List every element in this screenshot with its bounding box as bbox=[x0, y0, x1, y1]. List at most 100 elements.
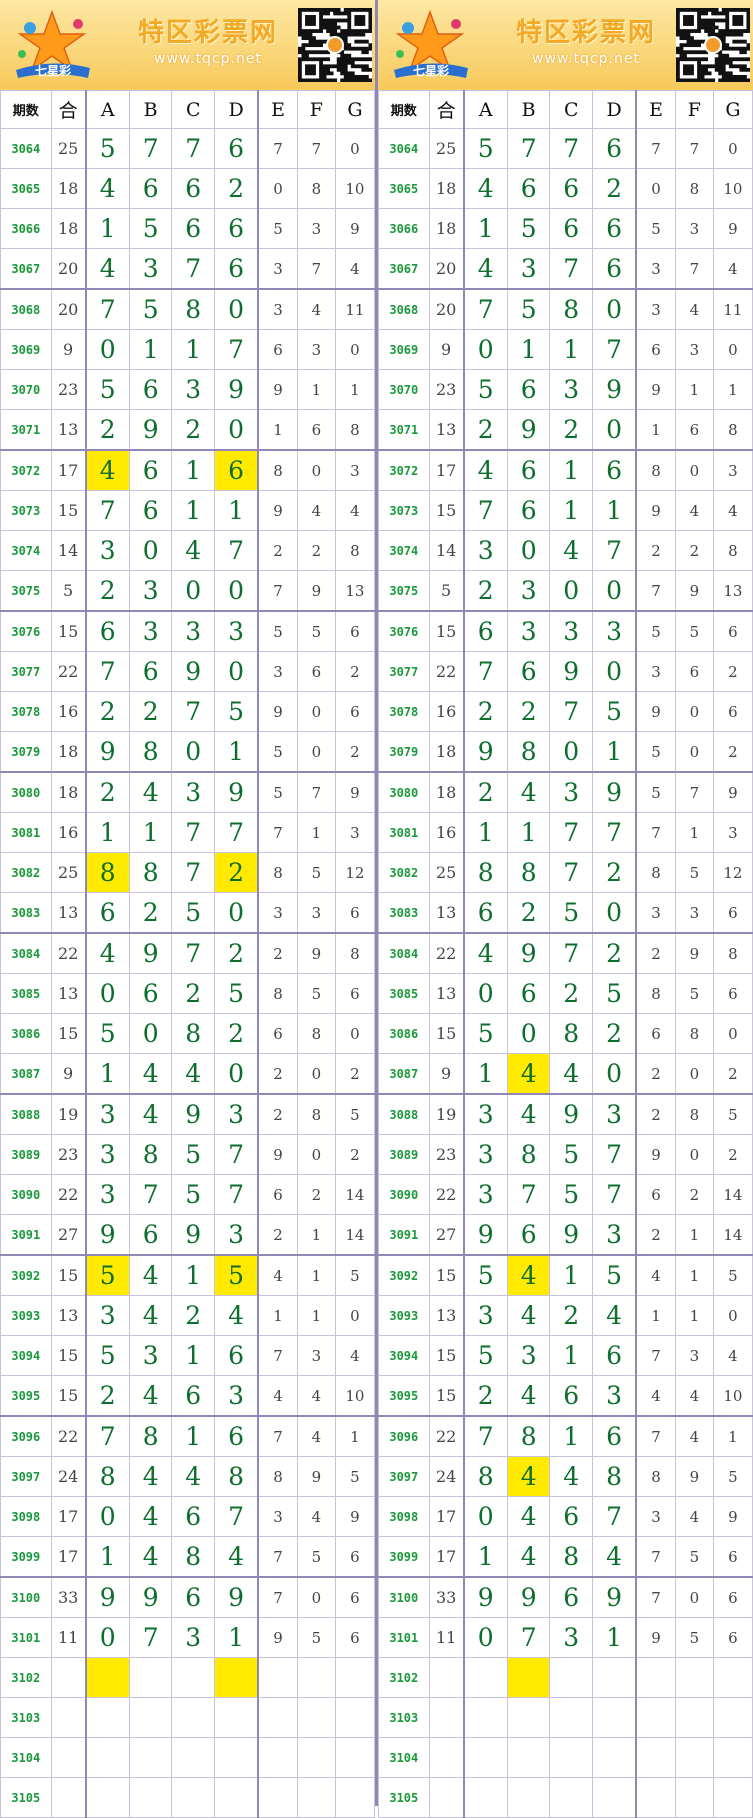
table-row: 3090 22 3 7 5 7 6 2 14 bbox=[378, 1174, 753, 1215]
col-e-cell: 5 bbox=[635, 771, 676, 813]
col-c-cell: 9 bbox=[549, 1093, 594, 1135]
col-e-cell: 2 bbox=[257, 932, 298, 974]
col-b-cell: 6 bbox=[506, 1214, 551, 1256]
col-g-cell: 3 bbox=[712, 812, 753, 853]
col-f-cell: 7 bbox=[296, 771, 336, 813]
col-g-cell: 2 bbox=[712, 1134, 753, 1175]
col-d-cell: 7 bbox=[592, 329, 638, 370]
col-g-cell bbox=[334, 1657, 376, 1698]
col-d-cell: 7 bbox=[592, 1134, 638, 1175]
header-row: 期数合 A B C D E F G bbox=[0, 90, 376, 129]
col-c-cell: 3 bbox=[549, 610, 594, 652]
col-b-cell: 8 bbox=[128, 852, 173, 893]
table-row: 3073 15 7 6 1 1 9 4 4 bbox=[0, 490, 376, 531]
issue-cell: 3076 bbox=[378, 610, 430, 652]
col-c-cell: 7 bbox=[171, 248, 216, 290]
col-b-cell: 1 bbox=[506, 812, 551, 853]
col-b-cell: 9 bbox=[128, 932, 173, 974]
table-row: 3082 25 8 8 7 2 8 5 12 bbox=[378, 852, 753, 893]
issue-cell: 3068 bbox=[0, 288, 52, 330]
site-url[interactable]: www.tqcp.net bbox=[496, 51, 676, 67]
col-d-cell: 6 bbox=[592, 208, 638, 249]
col-e-cell: 3 bbox=[257, 1496, 298, 1537]
col-g-cell: 6 bbox=[712, 691, 753, 732]
col-b-cell: 6 bbox=[128, 651, 173, 692]
col-g-cell: 2 bbox=[334, 651, 376, 692]
sum-cell: 13 bbox=[428, 892, 465, 934]
col-e-cell: 3 bbox=[257, 651, 298, 692]
table-row: 3084 22 4 9 7 2 2 9 8 bbox=[378, 932, 753, 974]
col-g-cell: 9 bbox=[712, 771, 753, 813]
sum-cell: 22 bbox=[428, 932, 465, 974]
col-e-cell: 3 bbox=[635, 892, 676, 934]
table-row: 3105 bbox=[378, 1777, 753, 1818]
col-f-cell bbox=[296, 1737, 336, 1778]
col-g-cell: 2 bbox=[712, 731, 753, 773]
sum-cell: 17 bbox=[50, 1496, 87, 1537]
issue-cell: 3097 bbox=[378, 1456, 430, 1497]
site-url[interactable]: www.tqcp.net bbox=[118, 51, 298, 67]
col-g-cell: 2 bbox=[712, 1053, 753, 1095]
col-c-cell: 7 bbox=[549, 128, 594, 169]
col-g-cell: 10 bbox=[334, 168, 376, 209]
header-issue: 期数 bbox=[0, 90, 52, 129]
col-c-cell: 1 bbox=[171, 449, 216, 491]
col-c-cell: 1 bbox=[171, 329, 216, 370]
table-row: 3073 15 7 6 1 1 9 4 4 bbox=[378, 490, 753, 531]
col-e-cell: 7 bbox=[257, 812, 298, 853]
sum-cell: 25 bbox=[50, 128, 87, 169]
col-c-cell: 8 bbox=[549, 1536, 594, 1578]
col-d-cell: 7 bbox=[214, 1174, 260, 1215]
col-c-cell: 2 bbox=[549, 409, 594, 451]
col-g-cell: 11 bbox=[334, 288, 376, 330]
site-banner[interactable]: 七星彩 特区彩票网 www.tqcp.net bbox=[0, 0, 375, 91]
col-f-cell: 7 bbox=[674, 771, 714, 813]
issue-cell: 3096 bbox=[0, 1415, 52, 1457]
col-b-cell: 0 bbox=[128, 530, 173, 571]
site-banner[interactable]: 七星彩 特区彩票网 www.tqcp.net bbox=[378, 0, 753, 91]
col-e-cell: 3 bbox=[257, 288, 298, 330]
col-a-cell: 9 bbox=[85, 1576, 130, 1618]
col-a-cell: 2 bbox=[463, 409, 508, 451]
sum-cell: 15 bbox=[50, 1375, 87, 1417]
col-f-cell: 8 bbox=[674, 1013, 714, 1054]
issue-cell: 3065 bbox=[0, 168, 52, 209]
col-d-cell: 3 bbox=[214, 1375, 260, 1417]
table-row: 3069 9 0 1 1 7 6 3 0 bbox=[0, 329, 376, 370]
col-d-cell: 1 bbox=[214, 731, 260, 773]
col-e-cell: 5 bbox=[635, 610, 676, 652]
col-g-cell: 5 bbox=[712, 1254, 753, 1296]
table-row: 3088 19 3 4 9 3 2 8 5 bbox=[378, 1093, 753, 1135]
col-b-cell bbox=[128, 1657, 173, 1698]
header-col-b: B bbox=[506, 90, 551, 129]
col-e-cell bbox=[257, 1697, 298, 1738]
sum-cell: 23 bbox=[50, 1134, 87, 1175]
col-c-cell: 6 bbox=[549, 168, 594, 209]
col-g-cell: 6 bbox=[334, 892, 376, 934]
col-a-cell: 4 bbox=[463, 932, 508, 974]
col-c-cell: 7 bbox=[171, 852, 216, 893]
issue-cell: 3064 bbox=[378, 128, 430, 169]
col-d-cell: 3 bbox=[592, 1214, 638, 1256]
sum-cell: 18 bbox=[428, 771, 465, 813]
issue-cell: 3077 bbox=[378, 651, 430, 692]
col-a-cell bbox=[85, 1697, 130, 1738]
issue-cell: 3064 bbox=[0, 128, 52, 169]
col-a-cell: 5 bbox=[463, 1254, 508, 1296]
issue-cell: 3092 bbox=[378, 1254, 430, 1296]
table-row: 3097 24 8 4 4 8 8 9 5 bbox=[378, 1456, 753, 1497]
sum-cell: 16 bbox=[428, 691, 465, 732]
col-f-cell: 5 bbox=[296, 852, 336, 893]
col-a-cell: 7 bbox=[463, 490, 508, 531]
col-g-cell bbox=[334, 1737, 376, 1778]
col-c-cell: 6 bbox=[171, 1496, 216, 1537]
col-f-cell: 9 bbox=[674, 1456, 714, 1497]
col-e-cell: 8 bbox=[257, 973, 298, 1014]
col-b-cell: 8 bbox=[506, 1134, 551, 1175]
col-c-cell: 3 bbox=[171, 771, 216, 813]
sum-cell: 22 bbox=[428, 1415, 465, 1457]
col-g-cell bbox=[334, 1777, 376, 1818]
col-b-cell: 3 bbox=[506, 610, 551, 652]
col-g-cell: 1 bbox=[334, 1415, 376, 1457]
col-a-cell: 5 bbox=[463, 1013, 508, 1054]
